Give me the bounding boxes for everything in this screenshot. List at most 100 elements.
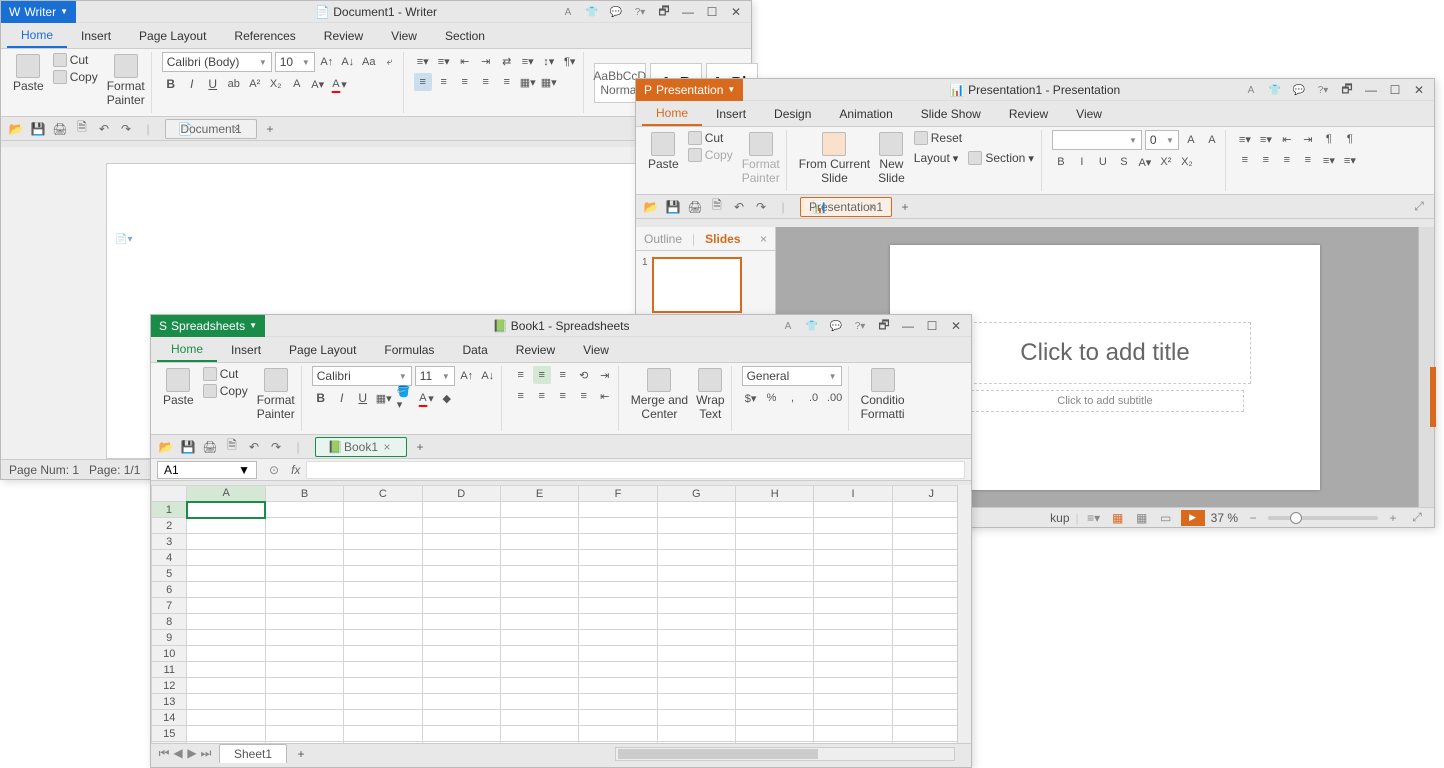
align-right-button[interactable]: ≡ [554, 387, 572, 405]
cell-B12[interactable] [265, 678, 343, 694]
justify-button[interactable]: ≡ [477, 73, 495, 91]
percent-button[interactable]: % [763, 389, 781, 407]
cell-F10[interactable] [579, 646, 657, 662]
cell-F5[interactable] [579, 566, 657, 582]
cell-B2[interactable] [265, 518, 343, 534]
section-button[interactable]: Section▾ [965, 150, 1037, 166]
change-case-icon[interactable]: ⤶ [381, 53, 399, 71]
new-slide-button[interactable]: New Slide [876, 130, 907, 187]
cell-I15[interactable] [814, 726, 892, 742]
indent-button[interactable]: ⇥ [596, 366, 614, 384]
cell-B13[interactable] [265, 694, 343, 710]
print-icon[interactable]: 🖨 [201, 438, 219, 456]
cell-A11[interactable] [187, 662, 265, 678]
copy-button[interactable]: Copy [200, 383, 251, 399]
layout-button[interactable]: Layout▾ [911, 150, 962, 166]
font-size-select[interactable]: 0▼ [1145, 130, 1179, 150]
numbering-button[interactable]: ≡▾ [1257, 130, 1275, 148]
tab-home[interactable]: Home [7, 23, 67, 48]
subscript-button[interactable]: X₂ [1178, 153, 1196, 171]
cell-F3[interactable] [579, 534, 657, 550]
cell-D12[interactable] [422, 678, 500, 694]
col-header-F[interactable]: F [579, 486, 657, 502]
dec-decimal-button[interactable]: .00 [826, 389, 844, 407]
line-spacing-button[interactable]: ≡▾ [1320, 151, 1338, 169]
cell-G7[interactable] [657, 598, 735, 614]
cell-I2[interactable] [814, 518, 892, 534]
presentation-titlebar[interactable]: P Presentation ▼ 📊 Presentation1 - Prese… [636, 79, 1434, 101]
ltr-button[interactable]: ¶ [1320, 130, 1338, 148]
cell-H3[interactable] [735, 534, 813, 550]
sheet-tab-1[interactable]: Sheet1 [219, 744, 287, 763]
horizontal-scrollbar[interactable] [615, 747, 955, 761]
sort-button[interactable]: ↕▾ [540, 52, 558, 70]
cell-F12[interactable] [579, 678, 657, 694]
align-center-button[interactable]: ≡ [1257, 151, 1275, 169]
cell-B8[interactable] [265, 614, 343, 630]
cell-D2[interactable] [422, 518, 500, 534]
row-header-11[interactable]: 11 [152, 662, 187, 678]
cell-B14[interactable] [265, 710, 343, 726]
align-left-button[interactable]: ≡ [1236, 151, 1254, 169]
fit-icon[interactable]: ⤢ [1408, 511, 1426, 525]
align-right-button[interactable]: ≡ [456, 73, 474, 91]
cell-A13[interactable] [187, 694, 265, 710]
row-header-15[interactable]: 15 [152, 726, 187, 742]
cell-E3[interactable] [500, 534, 578, 550]
subscript-button[interactable]: X₂ [267, 75, 285, 93]
col-header-H[interactable]: H [735, 486, 813, 502]
outdent-button[interactable]: ⇤ [596, 387, 614, 405]
distribute-button[interactable]: ≡ [498, 73, 516, 91]
font-color-button[interactable]: A▾ [1136, 153, 1154, 171]
rtl-button[interactable]: ¶ [1341, 130, 1359, 148]
cell-D3[interactable] [422, 534, 500, 550]
cell-A7[interactable] [187, 598, 265, 614]
shrink-font-icon[interactable]: A↓ [339, 53, 357, 71]
cell-B6[interactable] [265, 582, 343, 598]
help-icon[interactable]: A [777, 317, 799, 335]
cut-button[interactable]: Cut [685, 130, 736, 146]
row-header-6[interactable]: 6 [152, 582, 187, 598]
undo-icon[interactable]: ↶ [95, 120, 113, 138]
tab-slide-show[interactable]: Slide Show [907, 101, 995, 126]
cell-F1[interactable] [579, 502, 657, 518]
cell-D1[interactable] [422, 502, 500, 518]
cell-F4[interactable] [579, 550, 657, 566]
cell-A1[interactable] [187, 502, 265, 518]
vertical-scrollbar[interactable] [957, 485, 971, 743]
fx-label[interactable]: fx [291, 463, 300, 477]
presentation-app-badge[interactable]: P Presentation ▼ [636, 79, 743, 101]
cell-A14[interactable] [187, 710, 265, 726]
cell-G15[interactable] [657, 726, 735, 742]
add-sheet-icon[interactable]: + [293, 747, 309, 761]
cell-I13[interactable] [814, 694, 892, 710]
cell-I4[interactable] [814, 550, 892, 566]
copy-button[interactable]: Copy [685, 147, 736, 163]
whats-new-icon[interactable]: ?▾ [1312, 81, 1334, 99]
close-panel-icon[interactable]: × [760, 232, 767, 246]
row-header-10[interactable]: 10 [152, 646, 187, 662]
undo-icon[interactable]: ↶ [730, 198, 748, 216]
row-header-2[interactable]: 2 [152, 518, 187, 534]
maximize-icon[interactable]: ☐ [701, 3, 723, 21]
help-icon[interactable]: A [1240, 81, 1262, 99]
cell-G10[interactable] [657, 646, 735, 662]
cell-E7[interactable] [500, 598, 578, 614]
feedback-icon[interactable]: 💬 [605, 3, 627, 21]
zoom-slider[interactable] [1268, 516, 1378, 520]
outdent-button[interactable]: ⇤ [1278, 130, 1296, 148]
format-painter-button[interactable]: Format Painter [740, 130, 782, 187]
print-icon[interactable]: 🖨 [51, 120, 69, 138]
cell-B4[interactable] [265, 550, 343, 566]
slideshow-button[interactable]: ▶ [1181, 510, 1205, 526]
col-header-I[interactable]: I [814, 486, 892, 502]
tab-section[interactable]: Section [431, 23, 499, 48]
bottom-align-button[interactable]: ≡ [554, 366, 572, 384]
cell-C5[interactable] [344, 566, 422, 582]
underline-button[interactable]: U [354, 389, 372, 407]
whats-new-icon[interactable]: ?▾ [629, 3, 651, 21]
spreadsheets-app-badge[interactable]: S Spreadsheets ▼ [151, 315, 265, 337]
redo-icon[interactable]: ↷ [267, 438, 285, 456]
tab-animation[interactable]: Animation [825, 101, 906, 126]
line-spacing-button[interactable]: ≡▾ [519, 52, 537, 70]
